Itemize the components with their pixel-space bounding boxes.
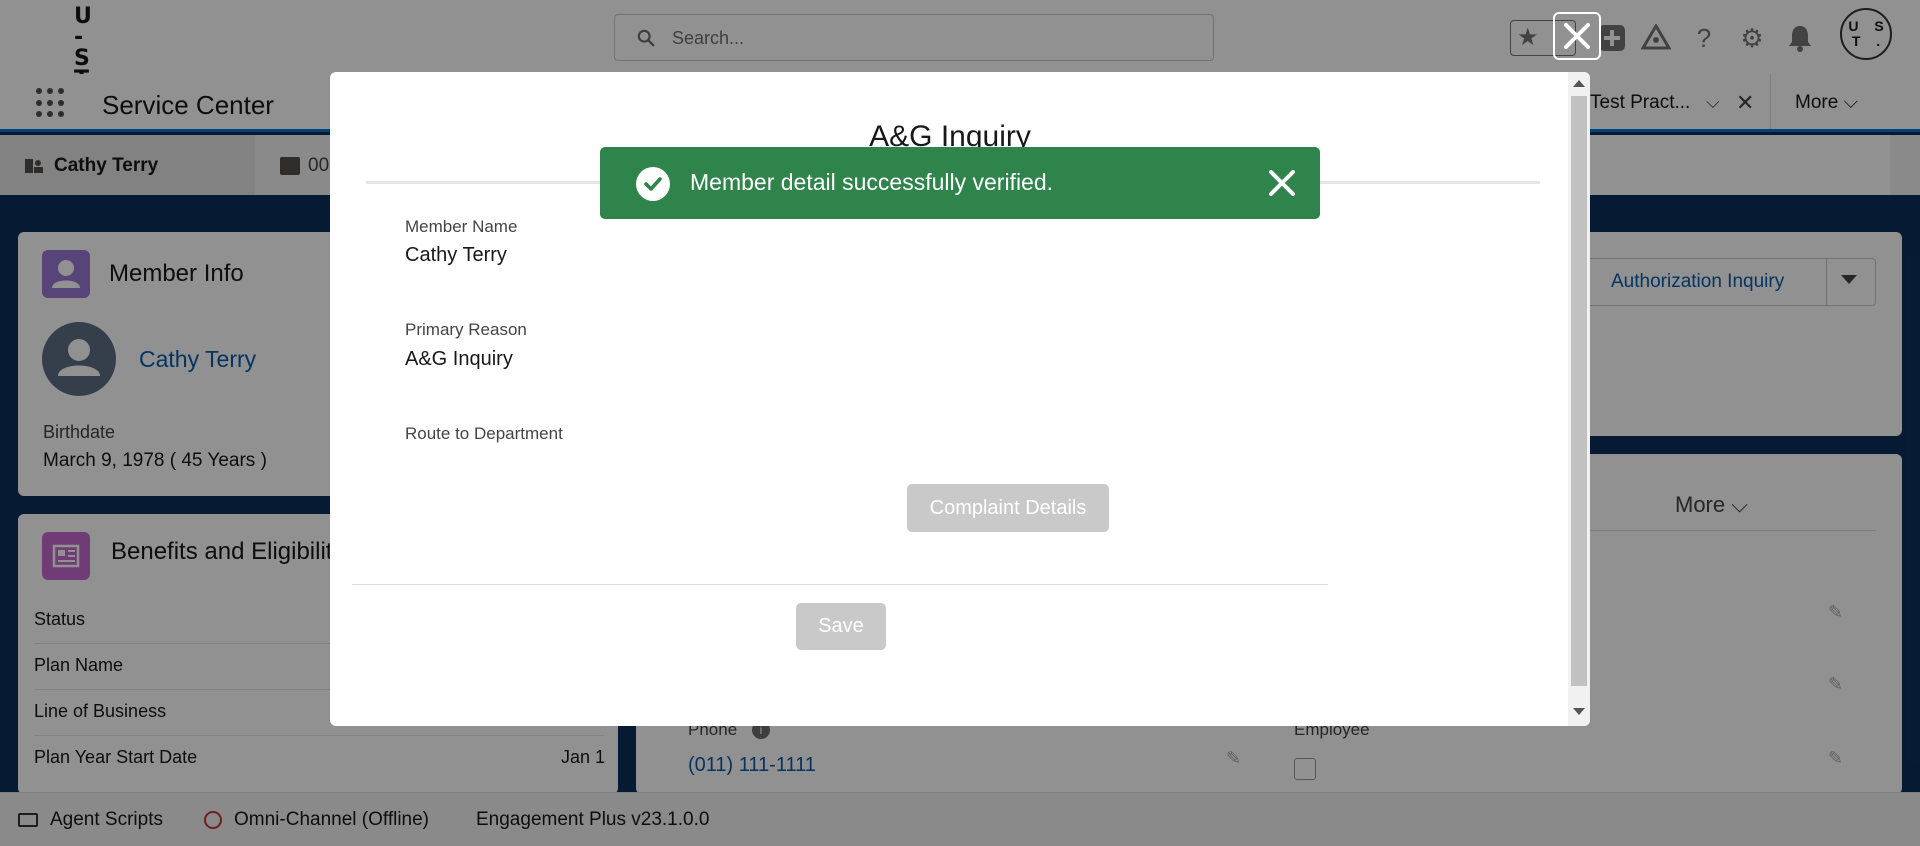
member-name-label: Member Name [405,217,518,236]
scroll-down-arrow-icon[interactable] [1573,708,1585,715]
scroll-up-arrow-icon[interactable] [1573,80,1585,87]
success-check-icon [636,167,670,201]
save-button[interactable]: Save [796,603,886,650]
route-to-department-label: Route to Department [405,424,563,443]
member-name-value: Cathy Terry [405,244,507,266]
modal-close-button[interactable] [1553,12,1601,60]
modal-scrollbar[interactable] [1568,72,1590,726]
primary-reason-label: Primary Reason [405,320,527,339]
complaint-details-button[interactable]: Complaint Details [907,484,1109,532]
success-toast: Member detail successfully verified. [600,147,1320,219]
toast-close-icon[interactable] [1266,167,1298,199]
toast-message: Member detail successfully verified. [690,169,1054,195]
scroll-thumb[interactable] [1571,96,1587,686]
primary-reason-value: A&G Inquiry [405,348,513,370]
divider [352,584,1328,585]
close-icon [1564,23,1590,49]
